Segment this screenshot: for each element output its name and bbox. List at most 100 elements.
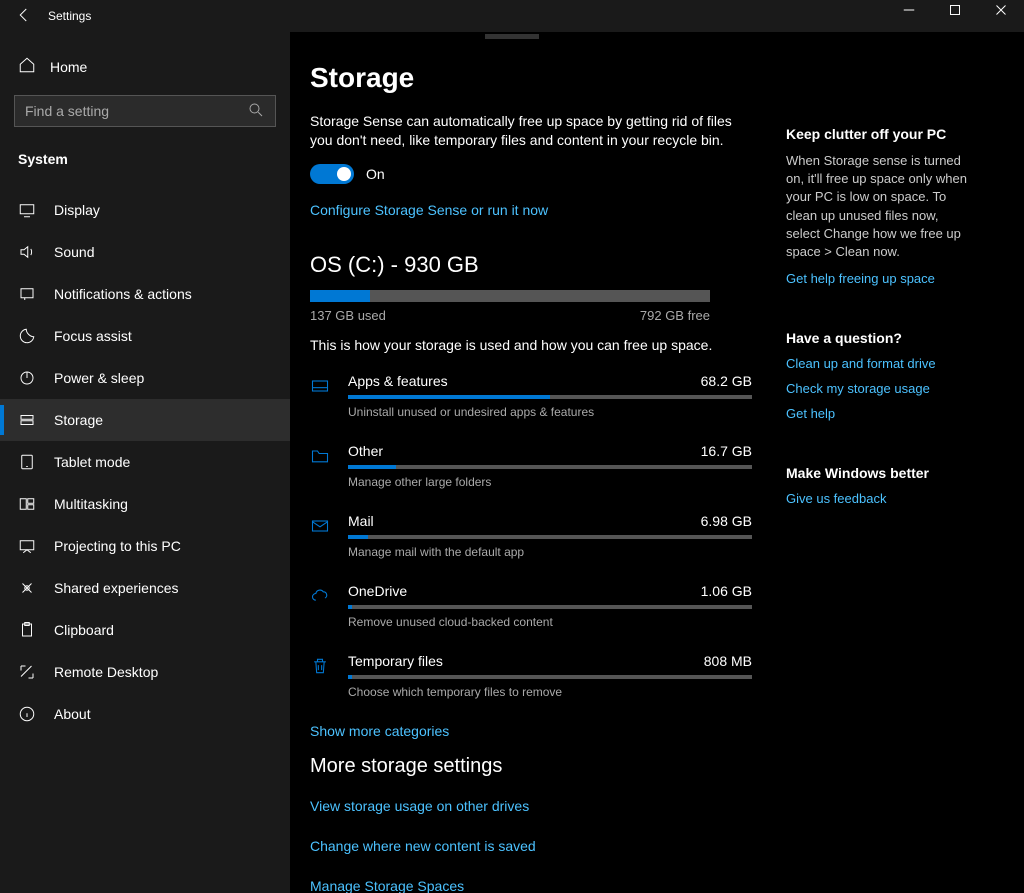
category-mail[interactable]: Mail 6.98 GB Manage mail with the default… bbox=[310, 513, 752, 559]
drive-usage-fill bbox=[310, 290, 370, 302]
apps-icon bbox=[310, 373, 330, 419]
clutter-heading: Keep clutter off your PC bbox=[786, 126, 976, 142]
check-storage-usage-link[interactable]: Check my storage usage bbox=[786, 381, 976, 396]
nav-item-storage[interactable]: Storage bbox=[0, 399, 290, 441]
search-box[interactable] bbox=[14, 95, 276, 127]
nav-label: Multitasking bbox=[54, 496, 128, 512]
nav-item-clipboard[interactable]: Clipboard bbox=[0, 609, 290, 651]
folder-icon bbox=[310, 443, 330, 489]
nav-label: Projecting to this PC bbox=[54, 538, 181, 554]
cloud-icon bbox=[310, 583, 330, 629]
home-button[interactable]: Home bbox=[0, 46, 290, 95]
question-heading: Have a question? bbox=[786, 330, 976, 346]
sound-icon bbox=[18, 243, 36, 261]
cat-name: OneDrive bbox=[348, 583, 407, 599]
nav-item-projecting[interactable]: Projecting to this PC bbox=[0, 525, 290, 567]
nav-item-remote-desktop[interactable]: Remote Desktop bbox=[0, 651, 290, 693]
shared-experiences-icon bbox=[18, 579, 36, 597]
page-title: Storage bbox=[310, 62, 752, 94]
maximize-button[interactable] bbox=[932, 0, 978, 32]
cat-name: Temporary files bbox=[348, 653, 443, 669]
cat-name: Other bbox=[348, 443, 383, 459]
nav-item-notifications[interactable]: Notifications & actions bbox=[0, 273, 290, 315]
cat-sub: Manage other large folders bbox=[348, 475, 752, 489]
close-button[interactable] bbox=[978, 0, 1024, 32]
category-apps-features[interactable]: Apps & features 68.2 GB Uninstall unused … bbox=[310, 373, 752, 419]
minimize-button[interactable] bbox=[886, 0, 932, 32]
nav-label: Remote Desktop bbox=[54, 664, 158, 680]
cat-sub: Manage mail with the default app bbox=[348, 545, 752, 559]
cat-name: Apps & features bbox=[348, 373, 448, 389]
get-help-link[interactable]: Get help bbox=[786, 406, 976, 421]
multitasking-icon bbox=[18, 495, 36, 513]
focus-assist-icon bbox=[18, 327, 36, 345]
search-icon bbox=[247, 101, 265, 122]
make-windows-better-heading: Make Windows better bbox=[786, 465, 976, 481]
nav-label: Sound bbox=[54, 244, 94, 260]
nav-item-about[interactable]: About bbox=[0, 693, 290, 735]
nav-item-tablet-mode[interactable]: Tablet mode bbox=[0, 441, 290, 483]
drive-usage-bar bbox=[310, 290, 710, 302]
search-input[interactable] bbox=[25, 103, 239, 119]
tablet-icon bbox=[18, 453, 36, 471]
storage-sense-toggle[interactable] bbox=[310, 164, 354, 184]
category-temporary-files[interactable]: Temporary files808 MB Choose which tempo… bbox=[310, 653, 752, 699]
cat-size: 68.2 GB bbox=[701, 373, 752, 389]
category-onedrive[interactable]: OneDrive 1.06 GB Remove unused cloud-back… bbox=[310, 583, 752, 629]
toggle-label: On bbox=[366, 166, 385, 182]
storage-sense-description: Storage Sense can automatically free up … bbox=[310, 112, 752, 150]
display-icon bbox=[18, 201, 36, 219]
cat-size: 16.7 GB bbox=[701, 443, 752, 459]
cat-size: 1.06 GB bbox=[701, 583, 752, 599]
back-button[interactable] bbox=[0, 6, 48, 27]
nav-item-display[interactable]: Display bbox=[0, 189, 290, 231]
cat-sub: Choose which temporary files to remove bbox=[348, 685, 752, 699]
nav-label: Shared experiences bbox=[54, 580, 179, 596]
change-save-location-link[interactable]: Change where new content is saved bbox=[310, 838, 752, 854]
about-icon bbox=[18, 705, 36, 723]
titlebar: Settings bbox=[0, 0, 1024, 32]
nav-label: Notifications & actions bbox=[54, 286, 192, 302]
window-title: Settings bbox=[48, 9, 91, 23]
usage-description: This is how your storage is used and how… bbox=[310, 337, 752, 353]
main-content: Storage Storage Sense can automatically … bbox=[290, 56, 752, 853]
category-label: System bbox=[0, 141, 290, 175]
give-feedback-link[interactable]: Give us feedback bbox=[786, 491, 976, 506]
drive-title: OS (C:) - 930 GB bbox=[310, 252, 752, 278]
right-column: Keep clutter off your PC When Storage se… bbox=[752, 56, 1000, 853]
storage-icon bbox=[18, 411, 36, 429]
cat-sub: Uninstall unused or undesired apps & fea… bbox=[348, 405, 752, 419]
nav-label: Tablet mode bbox=[54, 454, 130, 470]
notifications-icon bbox=[18, 285, 36, 303]
nav-item-multitasking[interactable]: Multitasking bbox=[0, 483, 290, 525]
remote-desktop-icon bbox=[18, 663, 36, 681]
nav-item-shared-experiences[interactable]: Shared experiences bbox=[0, 567, 290, 609]
view-other-drives-link[interactable]: View storage usage on other drives bbox=[310, 798, 752, 814]
show-more-categories-link[interactable]: Show more categories bbox=[310, 723, 752, 739]
nav-item-sound[interactable]: Sound bbox=[0, 231, 290, 273]
configure-storage-sense-link[interactable]: Configure Storage Sense or run it now bbox=[310, 202, 752, 218]
nav-list: Display Sound Notifications & actions Fo… bbox=[0, 189, 290, 735]
projecting-icon bbox=[18, 537, 36, 555]
nav-label: About bbox=[54, 706, 91, 722]
clean-format-drive-link[interactable]: Clean up and format drive bbox=[786, 356, 976, 371]
manage-storage-spaces-link[interactable]: Manage Storage Spaces bbox=[310, 878, 752, 893]
nav-item-focus-assist[interactable]: Focus assist bbox=[0, 315, 290, 357]
nav-label: Focus assist bbox=[54, 328, 132, 344]
get-help-freeing-space-link[interactable]: Get help freeing up space bbox=[786, 271, 976, 286]
nav-label: Display bbox=[54, 202, 100, 218]
cat-name: Mail bbox=[348, 513, 374, 529]
clutter-description: When Storage sense is turned on, it'll f… bbox=[786, 152, 976, 261]
nav-label: Clipboard bbox=[54, 622, 114, 638]
home-icon bbox=[18, 56, 36, 77]
cat-size: 6.98 GB bbox=[701, 513, 752, 529]
resize-grip[interactable] bbox=[485, 34, 539, 39]
cat-sub: Remove unused cloud-backed content bbox=[348, 615, 752, 629]
sidebar: Home System Display Sound bbox=[0, 32, 290, 893]
category-other[interactable]: Other 16.7 GB Manage other large folders bbox=[310, 443, 752, 489]
used-label: 137 GB used bbox=[310, 308, 386, 323]
nav-item-power-sleep[interactable]: Power & sleep bbox=[0, 357, 290, 399]
power-icon bbox=[18, 369, 36, 387]
more-storage-settings-heading: More storage settings bbox=[310, 755, 752, 778]
nav-label: Storage bbox=[54, 412, 103, 428]
